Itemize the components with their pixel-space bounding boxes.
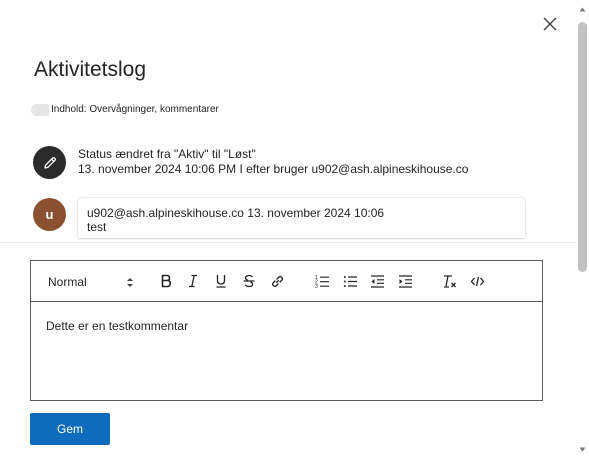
link-button[interactable] [268, 272, 286, 290]
bold-icon [161, 274, 171, 288]
status-change-text: Status ændret fra "Aktiv" til "Løst" 13.… [78, 147, 468, 179]
comment-entry: u u902@ash.alpineskihouse.co 13. novembe… [33, 198, 533, 238]
clear-formatting-icon [443, 274, 456, 288]
status-change-meta: 13. november 2024 10:06 PM I efter bruge… [78, 162, 469, 176]
save-button[interactable]: Gem [30, 413, 110, 445]
scroll-down-arrow-icon[interactable] [579, 446, 586, 453]
numbered-list-button[interactable]: 1 2 3 [313, 272, 331, 290]
comment-editor: Normal 1 2 3 Dette er en testkommentar [30, 260, 543, 401]
content-filter-chip[interactable]: Indhold: Overvågninger, kommentarer [31, 104, 223, 116]
outdent-button[interactable] [368, 272, 386, 290]
strikethrough-icon [243, 274, 255, 288]
status-change-entry: Status ændret fra "Aktiv" til "Løst" 13.… [33, 146, 533, 179]
bulleted-list-button[interactable] [341, 272, 359, 290]
paragraph-format-select[interactable]: Normal [48, 272, 134, 292]
scroll-up-arrow-icon[interactable] [579, 6, 586, 13]
close-icon [543, 17, 557, 31]
status-change-description: Status ændret fra "Aktiv" til "Løst" [78, 147, 256, 161]
italic-icon [189, 274, 197, 288]
svg-text:3: 3 [315, 284, 318, 289]
activity-log-panel: Aktivitetslog Indhold: Overvågninger, ko… [0, 0, 589, 461]
comment-card: u902@ash.alpineskihouse.co 13. november … [78, 198, 525, 238]
bold-button[interactable] [157, 272, 175, 290]
paragraph-format-value: Normal [48, 275, 87, 289]
divider [0, 242, 576, 243]
outdent-icon [370, 274, 384, 288]
clear-formatting-button[interactable] [440, 272, 458, 290]
pencil-icon [43, 156, 56, 169]
underline-icon [216, 275, 226, 288]
panel-title: Aktivitetslog [34, 58, 147, 81]
editor-toolbar: Normal 1 2 3 [31, 261, 542, 302]
scrollbar-thumb[interactable] [578, 22, 587, 272]
up-down-chevron-icon [127, 277, 133, 287]
vertical-scrollbar[interactable] [576, 0, 589, 461]
code-icon [470, 276, 484, 286]
comment-body: test [87, 220, 107, 234]
close-button[interactable] [539, 13, 561, 35]
numbered-list-icon: 1 2 3 [315, 275, 329, 289]
edit-avatar [33, 146, 66, 179]
italic-button[interactable] [184, 272, 202, 290]
comment-input[interactable]: Dette er en testkommentar [31, 302, 542, 333]
underline-button[interactable] [212, 272, 230, 290]
indent-icon [398, 274, 412, 288]
link-icon [271, 275, 283, 287]
indent-button[interactable] [396, 272, 414, 290]
code-button[interactable] [468, 272, 486, 290]
strikethrough-button[interactable] [240, 272, 258, 290]
comment-header: u902@ash.alpineskihouse.co 13. november … [87, 206, 385, 220]
bulleted-list-icon [343, 275, 357, 287]
user-avatar: u [33, 198, 66, 231]
